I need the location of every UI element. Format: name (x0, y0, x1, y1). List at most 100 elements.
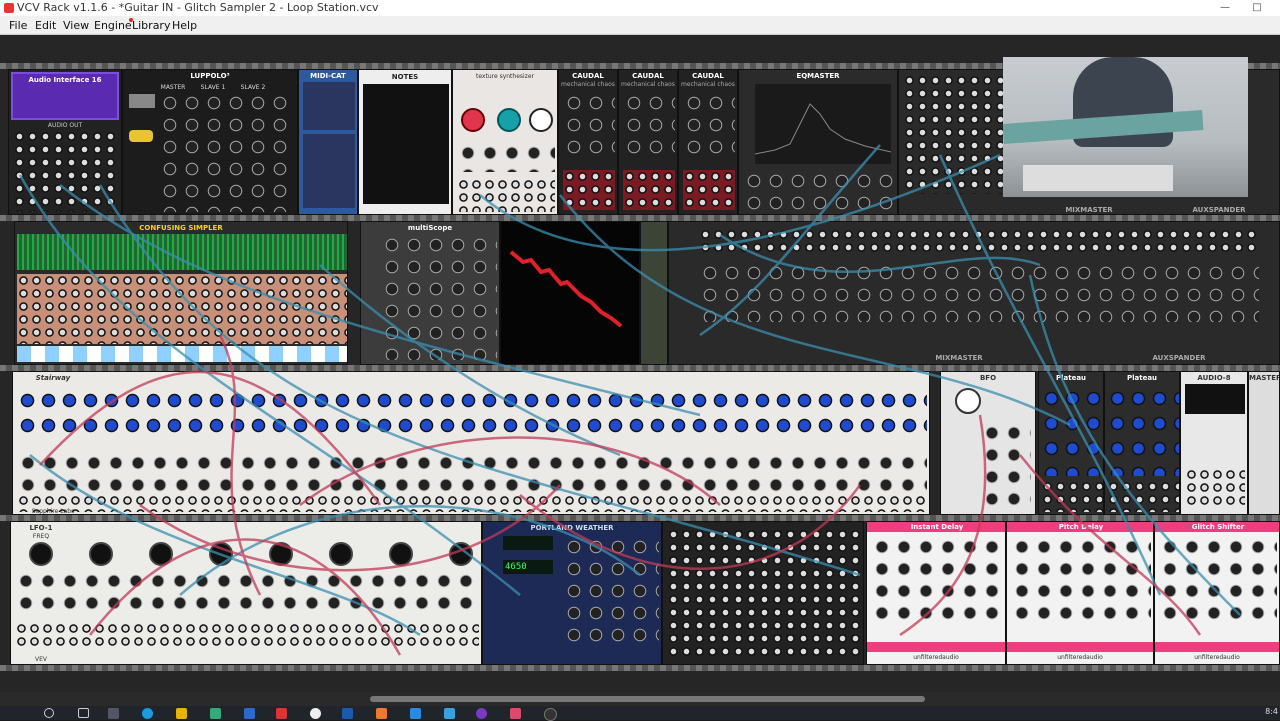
caudal-jacks[interactable] (623, 170, 675, 210)
menu-engine[interactable]: Engine (94, 19, 132, 32)
stairway-modules[interactable]: Stairway Sapphire Labs (12, 371, 930, 515)
portland-weather-module[interactable]: PORTLAND WEATHER 4650 (482, 521, 662, 665)
eq-knobs[interactable] (743, 170, 895, 210)
mail-icon[interactable] (244, 708, 255, 719)
plateau-module-1[interactable]: Plateau (1038, 371, 1104, 515)
rack-canvas[interactable]: Audio Interface 16 AUDIO OUT LUPPOLO³ MA… (0, 35, 1280, 692)
plateau-knobs[interactable] (1107, 386, 1179, 476)
plateau-knobs[interactable] (1041, 386, 1103, 476)
stairway-small-knobs[interactable] (17, 452, 927, 492)
mixmaster-knobs[interactable] (699, 262, 1259, 322)
lfo-freq-knob[interactable] (389, 542, 413, 566)
multiscope-module[interactable]: multiScope (360, 221, 500, 365)
lfo-freq-knob[interactable] (149, 542, 173, 566)
luppolo-button-icon[interactable] (129, 94, 155, 108)
audio-8-module[interactable]: AUDIO-8 (1180, 371, 1248, 515)
weather-knobs[interactable] (563, 536, 659, 646)
lfo-freq-knob[interactable] (29, 542, 53, 566)
scrollbar-thumb[interactable] (370, 696, 925, 702)
caudal-jacks[interactable] (563, 170, 615, 210)
menu-help[interactable]: Help (172, 19, 197, 32)
pitch-knob[interactable] (529, 108, 553, 132)
instant-delay-modules[interactable]: Instant Delay unfilteredaudio (866, 521, 1006, 665)
caudal-module-3[interactable]: CAUDAL mechanical chaos source (678, 69, 738, 215)
pitch-delay-knobs[interactable] (1011, 536, 1151, 626)
midi-cat-mapping-list[interactable] (303, 134, 355, 208)
bfo-knobs[interactable] (981, 422, 1031, 508)
menu-file[interactable]: File (9, 19, 27, 32)
sequencer-jacks[interactable] (667, 528, 861, 658)
app-lightblue-icon[interactable] (444, 708, 455, 719)
size-knob[interactable] (497, 108, 521, 132)
app-orange-icon[interactable] (376, 708, 387, 719)
taskbar-clock[interactable]: 8:4 (1265, 707, 1278, 716)
app-blue-icon[interactable] (342, 708, 353, 719)
sequencer-jack-panel[interactable] (662, 521, 864, 665)
lfo-modules[interactable]: LFO-1 FREQ VEV (10, 521, 482, 665)
audio-interface-module[interactable]: Audio Interface 16 AUDIO OUT (8, 69, 122, 215)
lfo-freq-knob[interactable] (449, 542, 473, 566)
luppolo-module[interactable]: LUPPOLO³ MASTER SLAVE 1 SLAVE 2 (122, 69, 298, 215)
plateau-jacks[interactable] (1107, 480, 1179, 512)
caudal-knobs[interactable] (623, 92, 675, 162)
mixmaster-module[interactable]: MIXMASTER AUXSPANDER (668, 221, 1280, 365)
position-knob[interactable] (461, 108, 485, 132)
app-purple-icon[interactable] (476, 708, 487, 719)
caudal-knobs[interactable] (563, 92, 615, 162)
multiscope-knobs[interactable] (381, 234, 497, 360)
eqmaster-module[interactable]: EQMASTER (738, 69, 898, 215)
caudal-jacks[interactable] (683, 170, 735, 210)
lfo-freq-knob[interactable] (329, 542, 353, 566)
scope-display-module[interactable] (500, 221, 640, 365)
chrome-icon[interactable] (310, 708, 321, 719)
texture-small-knobs[interactable] (457, 142, 555, 172)
lfo-small-knobs[interactable] (15, 570, 479, 614)
menu-view[interactable]: View (63, 19, 89, 32)
master-recorder-module[interactable]: MASTER (1248, 371, 1280, 515)
texture-synthesizer-module[interactable]: texture synthesizer (452, 69, 558, 215)
bfo-freq-knob[interactable] (955, 388, 981, 414)
lfo-freq-knob[interactable] (209, 542, 233, 566)
task-view-icon[interactable] (78, 708, 89, 718)
plateau-module-2[interactable]: Plateau (1104, 371, 1180, 515)
app-blue2-icon[interactable] (410, 708, 421, 719)
plateau-jacks[interactable] (1041, 480, 1103, 512)
file-explorer-icon[interactable] (176, 708, 187, 719)
caudal-module-1[interactable]: CAUDAL mechanical chaos source (558, 69, 618, 215)
audio-jacks[interactable] (13, 130, 119, 212)
stairway-blue-knobs[interactable] (17, 388, 927, 438)
confusing-simpler-module[interactable]: CONFUSING SIMPLER (14, 221, 348, 365)
store-icon[interactable] (210, 708, 221, 719)
glitch-shifter-knobs[interactable] (1159, 536, 1277, 626)
instant-delay-knobs[interactable] (871, 536, 1003, 626)
edge-browser-icon[interactable] (142, 708, 153, 719)
horizontal-scrollbar[interactable] (0, 692, 1280, 706)
stairway-jacks[interactable] (17, 494, 927, 512)
app-pink-icon[interactable] (510, 708, 521, 719)
luppolo-knobs[interactable] (159, 92, 291, 212)
taskbar-app-icon[interactable] (108, 708, 119, 719)
mixmaster-top-jacks[interactable] (903, 74, 1003, 194)
audio-8-jacks[interactable] (1185, 468, 1245, 508)
bfo-module[interactable]: BFO (940, 371, 1036, 515)
search-icon[interactable] (44, 708, 54, 718)
notes-text-area[interactable] (363, 84, 449, 204)
lfo-freq-knob[interactable] (89, 542, 113, 566)
menu-library[interactable]: Library (132, 19, 170, 32)
menu-edit[interactable]: Edit (35, 19, 56, 32)
glitch-shifter-modules[interactable]: Glitch Shifter unfilteredaudio (1154, 521, 1280, 665)
texture-jacks[interactable] (457, 178, 555, 212)
app-red-icon[interactable] (276, 708, 287, 719)
lfo-jacks[interactable] (15, 622, 479, 648)
midi-cat-module[interactable]: MIDI-CAT (298, 69, 358, 215)
maximize-button[interactable]: □ (1247, 0, 1267, 16)
minimize-button[interactable]: — (1215, 0, 1235, 16)
obs-icon[interactable] (544, 708, 557, 721)
caudal-module-2[interactable]: CAUDAL mechanical chaos source (618, 69, 678, 215)
notes-module[interactable]: NOTES (358, 69, 452, 215)
audio-8-display[interactable] (1185, 384, 1245, 414)
pitch-delay-modules[interactable]: Pitch Delay unfilteredaudio (1006, 521, 1154, 665)
caudal-knobs[interactable] (683, 92, 735, 162)
lfo-freq-knob[interactable] (269, 542, 293, 566)
sampler-jacks[interactable] (17, 274, 347, 344)
